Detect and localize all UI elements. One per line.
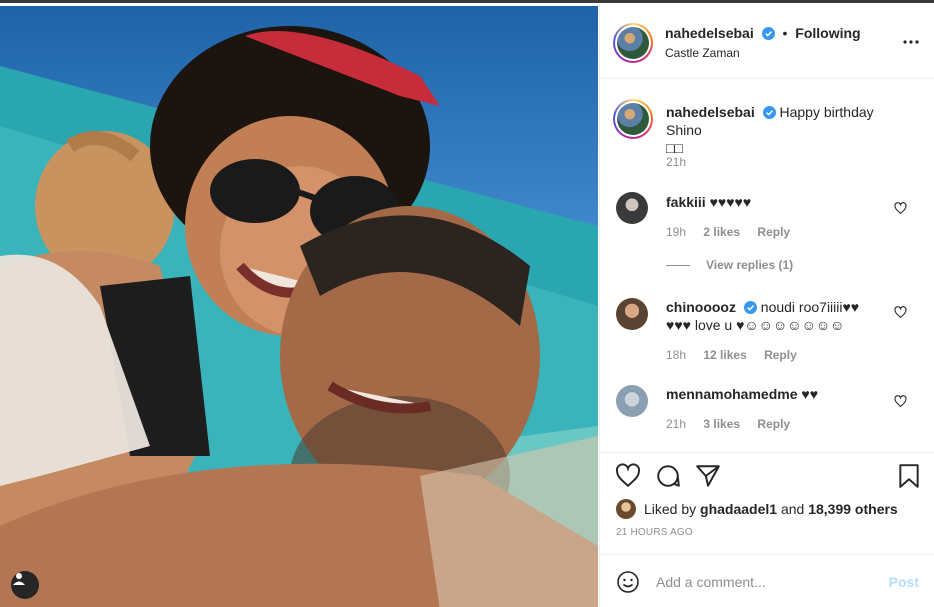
comment-like-heart-icon[interactable] bbox=[894, 395, 907, 408]
post-comment-button[interactable]: Post bbox=[889, 574, 919, 590]
post-header: nahedelsebai • Following Castle Zaman bbox=[600, 6, 934, 79]
verified-badge-icon bbox=[761, 27, 775, 40]
comment-likes[interactable]: 3 likes bbox=[703, 417, 740, 431]
post-photo[interactable] bbox=[0, 6, 598, 607]
view-replies-button[interactable]: View replies (1) bbox=[666, 258, 793, 272]
bookmark-icon[interactable] bbox=[896, 463, 922, 489]
caption-emoji: □□ bbox=[666, 140, 683, 156]
post-actions: Liked by ghadaadel1 and 18,399 others 21… bbox=[600, 452, 934, 564]
post-side-panel: nahedelsebai • Following Castle Zaman na… bbox=[599, 6, 934, 607]
commenter-username[interactable]: fakkiii bbox=[666, 194, 706, 210]
commenter-avatar[interactable] bbox=[616, 298, 648, 330]
author-username[interactable]: nahedelsebai bbox=[665, 25, 754, 41]
likes-others[interactable]: 18,399 others bbox=[808, 501, 898, 517]
caption-meta: 21h bbox=[666, 155, 700, 169]
commenter-avatar[interactable] bbox=[616, 192, 648, 224]
verified-badge-icon bbox=[762, 106, 776, 119]
comment-like-heart-icon[interactable] bbox=[894, 202, 907, 215]
commenter-avatar[interactable] bbox=[616, 385, 648, 417]
view-replies-label: View replies (1) bbox=[706, 258, 794, 272]
comment-likes[interactable]: 2 likes bbox=[703, 225, 740, 239]
comment-like-heart-icon[interactable] bbox=[894, 306, 907, 319]
comment-body: mennamohamedme ♥♥ bbox=[666, 385, 906, 403]
comment-likes[interactable]: 12 likes bbox=[703, 348, 746, 362]
comment-meta: 21h 3 likes Reply bbox=[666, 417, 804, 431]
caption-time[interactable]: 21h bbox=[666, 155, 686, 169]
liker-username[interactable]: ghadaadel1 bbox=[700, 501, 777, 517]
comment-body: chinooooz noudi roo7iiiii♥♥ ♥♥♥ love u ♥… bbox=[666, 298, 906, 334]
share-icon[interactable] bbox=[695, 463, 721, 489]
heart-icon[interactable] bbox=[615, 463, 641, 489]
author-line: nahedelsebai • Following bbox=[665, 25, 861, 41]
add-comment-bar: Post bbox=[600, 554, 934, 607]
post-modal: nahedelsebai • Following Castle Zaman na… bbox=[0, 0, 934, 607]
comment-time[interactable]: 21h bbox=[666, 417, 686, 431]
user-tag-icon bbox=[13, 573, 25, 585]
comment-meta: 18h 12 likes Reply bbox=[666, 348, 811, 362]
comment-time[interactable]: 19h bbox=[666, 225, 686, 239]
commenter-username[interactable]: mennamohamedme bbox=[666, 386, 797, 402]
more-options-button[interactable] bbox=[901, 32, 921, 52]
liker-avatar[interactable] bbox=[616, 499, 636, 519]
selfie-image bbox=[0, 26, 598, 607]
more-options-icon bbox=[903, 40, 919, 44]
likes-prefix: Liked by bbox=[644, 501, 697, 517]
user-tag-button[interactable] bbox=[11, 571, 39, 599]
following-button[interactable]: Following bbox=[795, 25, 860, 41]
likes-joiner: and bbox=[780, 501, 805, 517]
reply-button[interactable]: Reply bbox=[757, 225, 790, 239]
comment-meta: 19h 2 likes Reply bbox=[666, 225, 804, 239]
reply-button[interactable]: Reply bbox=[757, 417, 790, 431]
likes-summary: Liked by ghadaadel1 and 18,399 others bbox=[616, 499, 898, 519]
comment-icon[interactable] bbox=[655, 463, 681, 489]
post-timestamp[interactable]: 21 HOURS AGO bbox=[616, 527, 693, 538]
comment-text: noudi roo7iiiii♥♥ bbox=[760, 299, 860, 315]
separator-dot: • bbox=[782, 25, 788, 41]
author-avatar[interactable] bbox=[613, 23, 653, 63]
reply-button[interactable]: Reply bbox=[764, 348, 797, 362]
comment-text: ♥♥♥♥♥ bbox=[709, 194, 752, 210]
comment-input[interactable] bbox=[656, 569, 876, 595]
comment-text-continued: ♥♥♥ love u ♥☺☺☺☺☺☺☺ bbox=[666, 317, 845, 333]
caption-body: nahedelsebai Happy birthday Shino □□ bbox=[666, 103, 906, 157]
commenter-username[interactable]: chinooooz bbox=[666, 299, 736, 315]
replies-divider bbox=[666, 265, 690, 267]
caption-avatar[interactable] bbox=[613, 99, 653, 139]
comment-body: fakkiii ♥♥♥♥♥ bbox=[666, 193, 906, 211]
comment-time[interactable]: 18h bbox=[666, 348, 686, 362]
comment-text: ♥♥ bbox=[801, 386, 818, 402]
emoji-icon[interactable] bbox=[616, 570, 640, 594]
post-location[interactable]: Castle Zaman bbox=[665, 46, 740, 60]
caption-username[interactable]: nahedelsebai bbox=[666, 104, 755, 120]
comments-list[interactable]: nahedelsebai Happy birthday Shino □□ 21h… bbox=[600, 80, 934, 452]
verified-badge-icon bbox=[743, 301, 757, 314]
